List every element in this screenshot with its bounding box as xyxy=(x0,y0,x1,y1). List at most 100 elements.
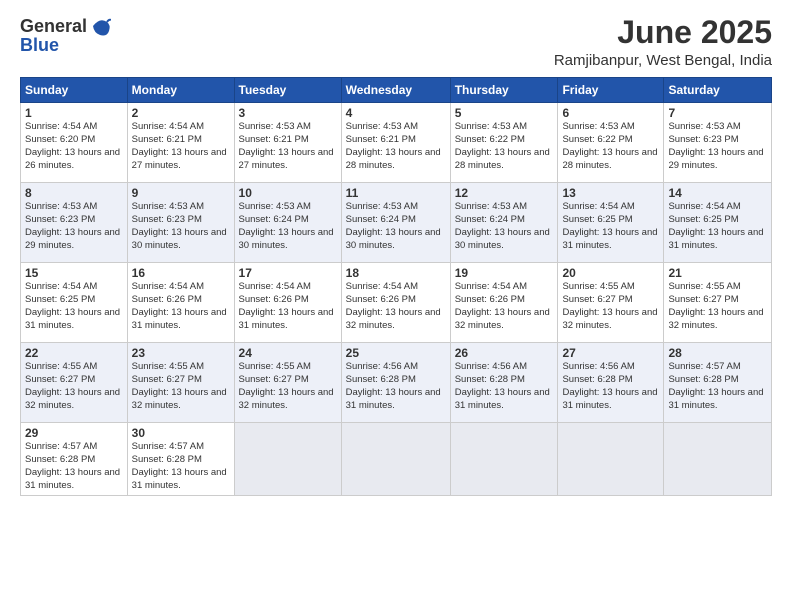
day-number: 16 xyxy=(132,266,230,280)
calendar-cell: 24Sunrise: 4:55 AMSunset: 6:27 PMDayligh… xyxy=(234,343,341,423)
day-info: Sunrise: 4:55 AMSunset: 6:27 PMDaylight:… xyxy=(132,361,227,410)
day-info: Sunrise: 4:54 AMSunset: 6:20 PMDaylight:… xyxy=(25,121,120,170)
col-sunday: Sunday xyxy=(21,78,128,103)
day-info: Sunrise: 4:53 AMSunset: 6:24 PMDaylight:… xyxy=(455,201,550,250)
day-info: Sunrise: 4:53 AMSunset: 6:23 PMDaylight:… xyxy=(668,121,763,170)
day-info: Sunrise: 4:54 AMSunset: 6:21 PMDaylight:… xyxy=(132,121,227,170)
month-title: June 2025 xyxy=(554,15,772,50)
day-number: 3 xyxy=(239,106,337,120)
day-info: Sunrise: 4:57 AMSunset: 6:28 PMDaylight:… xyxy=(25,441,120,490)
day-number: 11 xyxy=(346,186,446,200)
calendar-cell xyxy=(234,423,341,496)
col-wednesday: Wednesday xyxy=(341,78,450,103)
calendar-cell: 15Sunrise: 4:54 AMSunset: 6:25 PMDayligh… xyxy=(21,263,128,343)
col-monday: Monday xyxy=(127,78,234,103)
calendar-cell: 9Sunrise: 4:53 AMSunset: 6:23 PMDaylight… xyxy=(127,183,234,263)
calendar-cell: 22Sunrise: 4:55 AMSunset: 6:27 PMDayligh… xyxy=(21,343,128,423)
calendar-cell: 26Sunrise: 4:56 AMSunset: 6:28 PMDayligh… xyxy=(450,343,558,423)
calendar-cell: 11Sunrise: 4:53 AMSunset: 6:24 PMDayligh… xyxy=(341,183,450,263)
calendar-week-row: 8Sunrise: 4:53 AMSunset: 6:23 PMDaylight… xyxy=(21,183,772,263)
day-number: 21 xyxy=(668,266,767,280)
day-info: Sunrise: 4:55 AMSunset: 6:27 PMDaylight:… xyxy=(562,281,657,330)
calendar-cell xyxy=(341,423,450,496)
col-saturday: Saturday xyxy=(664,78,772,103)
day-number: 29 xyxy=(25,426,123,440)
day-number: 5 xyxy=(455,106,554,120)
day-number: 12 xyxy=(455,186,554,200)
day-info: Sunrise: 4:53 AMSunset: 6:24 PMDaylight:… xyxy=(239,201,334,250)
calendar-week-row: 29Sunrise: 4:57 AMSunset: 6:28 PMDayligh… xyxy=(21,423,772,496)
day-info: Sunrise: 4:53 AMSunset: 6:21 PMDaylight:… xyxy=(346,121,441,170)
day-number: 18 xyxy=(346,266,446,280)
day-number: 4 xyxy=(346,106,446,120)
calendar-cell: 18Sunrise: 4:54 AMSunset: 6:26 PMDayligh… xyxy=(341,263,450,343)
day-number: 6 xyxy=(562,106,659,120)
day-info: Sunrise: 4:56 AMSunset: 6:28 PMDaylight:… xyxy=(455,361,550,410)
header: General Blue June 2025 Ramjibanpur, West… xyxy=(20,15,772,69)
calendar-cell: 2Sunrise: 4:54 AMSunset: 6:21 PMDaylight… xyxy=(127,103,234,183)
day-info: Sunrise: 4:54 AMSunset: 6:26 PMDaylight:… xyxy=(346,281,441,330)
day-number: 25 xyxy=(346,346,446,360)
col-tuesday: Tuesday xyxy=(234,78,341,103)
calendar-cell xyxy=(558,423,664,496)
calendar-cell: 6Sunrise: 4:53 AMSunset: 6:22 PMDaylight… xyxy=(558,103,664,183)
day-number: 7 xyxy=(668,106,767,120)
logo-icon xyxy=(89,15,111,37)
calendar-cell: 5Sunrise: 4:53 AMSunset: 6:22 PMDaylight… xyxy=(450,103,558,183)
calendar-cell: 13Sunrise: 4:54 AMSunset: 6:25 PMDayligh… xyxy=(558,183,664,263)
col-friday: Friday xyxy=(558,78,664,103)
day-info: Sunrise: 4:53 AMSunset: 6:22 PMDaylight:… xyxy=(455,121,550,170)
calendar-cell: 21Sunrise: 4:55 AMSunset: 6:27 PMDayligh… xyxy=(664,263,772,343)
calendar-cell: 28Sunrise: 4:57 AMSunset: 6:28 PMDayligh… xyxy=(664,343,772,423)
day-number: 24 xyxy=(239,346,337,360)
calendar-table: Sunday Monday Tuesday Wednesday Thursday… xyxy=(20,77,772,496)
day-number: 10 xyxy=(239,186,337,200)
calendar-cell: 4Sunrise: 4:53 AMSunset: 6:21 PMDaylight… xyxy=(341,103,450,183)
calendar-cell: 14Sunrise: 4:54 AMSunset: 6:25 PMDayligh… xyxy=(664,183,772,263)
day-number: 22 xyxy=(25,346,123,360)
day-info: Sunrise: 4:56 AMSunset: 6:28 PMDaylight:… xyxy=(562,361,657,410)
calendar-cell xyxy=(664,423,772,496)
calendar-cell: 10Sunrise: 4:53 AMSunset: 6:24 PMDayligh… xyxy=(234,183,341,263)
day-info: Sunrise: 4:53 AMSunset: 6:23 PMDaylight:… xyxy=(25,201,120,250)
page: General Blue June 2025 Ramjibanpur, West… xyxy=(0,0,792,612)
day-number: 1 xyxy=(25,106,123,120)
calendar-cell: 20Sunrise: 4:55 AMSunset: 6:27 PMDayligh… xyxy=(558,263,664,343)
calendar-cell: 7Sunrise: 4:53 AMSunset: 6:23 PMDaylight… xyxy=(664,103,772,183)
day-number: 30 xyxy=(132,426,230,440)
day-info: Sunrise: 4:54 AMSunset: 6:25 PMDaylight:… xyxy=(562,201,657,250)
logo: General Blue xyxy=(20,15,111,56)
day-info: Sunrise: 4:53 AMSunset: 6:21 PMDaylight:… xyxy=(239,121,334,170)
day-info: Sunrise: 4:55 AMSunset: 6:27 PMDaylight:… xyxy=(239,361,334,410)
day-info: Sunrise: 4:54 AMSunset: 6:25 PMDaylight:… xyxy=(25,281,120,330)
day-info: Sunrise: 4:54 AMSunset: 6:25 PMDaylight:… xyxy=(668,201,763,250)
day-info: Sunrise: 4:53 AMSunset: 6:24 PMDaylight:… xyxy=(346,201,441,250)
day-number: 13 xyxy=(562,186,659,200)
logo-general: General xyxy=(20,16,87,37)
calendar-cell: 25Sunrise: 4:56 AMSunset: 6:28 PMDayligh… xyxy=(341,343,450,423)
calendar-cell: 3Sunrise: 4:53 AMSunset: 6:21 PMDaylight… xyxy=(234,103,341,183)
day-number: 15 xyxy=(25,266,123,280)
day-number: 27 xyxy=(562,346,659,360)
calendar-cell: 23Sunrise: 4:55 AMSunset: 6:27 PMDayligh… xyxy=(127,343,234,423)
day-number: 19 xyxy=(455,266,554,280)
day-info: Sunrise: 4:54 AMSunset: 6:26 PMDaylight:… xyxy=(455,281,550,330)
day-number: 20 xyxy=(562,266,659,280)
calendar-cell xyxy=(450,423,558,496)
calendar-cell: 27Sunrise: 4:56 AMSunset: 6:28 PMDayligh… xyxy=(558,343,664,423)
day-info: Sunrise: 4:54 AMSunset: 6:26 PMDaylight:… xyxy=(132,281,227,330)
day-info: Sunrise: 4:57 AMSunset: 6:28 PMDaylight:… xyxy=(668,361,763,410)
calendar-cell: 17Sunrise: 4:54 AMSunset: 6:26 PMDayligh… xyxy=(234,263,341,343)
calendar-week-row: 1Sunrise: 4:54 AMSunset: 6:20 PMDaylight… xyxy=(21,103,772,183)
day-info: Sunrise: 4:55 AMSunset: 6:27 PMDaylight:… xyxy=(668,281,763,330)
day-number: 2 xyxy=(132,106,230,120)
calendar-cell: 19Sunrise: 4:54 AMSunset: 6:26 PMDayligh… xyxy=(450,263,558,343)
calendar-week-row: 22 Sunrise: 4:55 AMSunset: 6:27 PMDayligh… xyxy=(21,343,772,423)
day-info: Sunrise: 4:53 AMSunset: 6:23 PMDaylight:… xyxy=(132,201,227,250)
calendar-cell: 16Sunrise: 4:54 AMSunset: 6:26 PMDayligh… xyxy=(127,263,234,343)
calendar-cell: 12Sunrise: 4:53 AMSunset: 6:24 PMDayligh… xyxy=(450,183,558,263)
day-info: Sunrise: 4:56 AMSunset: 6:28 PMDaylight:… xyxy=(346,361,441,410)
logo-blue: Blue xyxy=(20,35,111,56)
day-number: 23 xyxy=(132,346,230,360)
calendar-cell: 1Sunrise: 4:54 AMSunset: 6:20 PMDaylight… xyxy=(21,103,128,183)
